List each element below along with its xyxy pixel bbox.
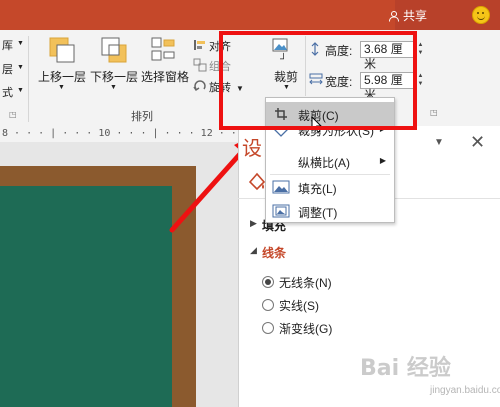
width-spinner[interactable]: ▲ ▼ (416, 72, 425, 89)
send-backward-icon (101, 37, 127, 63)
radio-gradient-line[interactable] (262, 322, 274, 334)
cut-label-1: 厍 (2, 40, 13, 52)
radio-no-line[interactable] (262, 276, 274, 288)
blackboard-image[interactable] (0, 186, 172, 407)
selection-pane-label: 选择窗格 (140, 70, 189, 84)
menu-item-fit[interactable]: 调整(T) (266, 200, 394, 224)
dialog-launcher-icon[interactable]: ◳ (430, 108, 438, 117)
user-icon (389, 10, 399, 22)
line-section-header[interactable]: ◢ 线条 (250, 244, 330, 260)
fit-picture-icon (272, 204, 290, 218)
cut-label-2: 层 (2, 64, 13, 76)
align-icon (194, 40, 205, 50)
no-line-option[interactable]: 无线条(N) (262, 274, 382, 290)
no-line-label: 无线条(N) (279, 276, 332, 290)
gradient-line-option[interactable]: 渐变线(G) (262, 320, 382, 336)
cut-label-3: 式 (2, 87, 13, 99)
watermark-subtext: jingyan.baidu.com (430, 385, 500, 396)
bring-forward-button[interactable]: 上移一层 ▼ (36, 36, 88, 98)
pane-options-chevron-icon[interactable]: ▼ (434, 137, 444, 148)
menu-aspect-ratio-label: 纵横比(A) (298, 156, 350, 170)
submenu-arrow-icon: ▶ (379, 156, 386, 165)
share-button[interactable]: 共享 (388, 7, 427, 24)
selection-pane-icon (151, 37, 175, 61)
gradient-line-label: 渐变线(G) (279, 322, 333, 336)
fill-picture-icon (272, 180, 290, 194)
collapse-chevron-icon: ◢ (250, 245, 257, 255)
solid-line-option[interactable]: 实线(S) (262, 297, 382, 313)
menu-fill-label: 填充(L) (298, 182, 337, 196)
chevron-down-icon: ▼ (110, 84, 117, 91)
share-label: 共享 (403, 9, 428, 23)
expand-chevron-icon: ▶ (250, 218, 257, 228)
chevron-down-icon: ▼ (58, 84, 65, 91)
highlight-box-annotation (219, 31, 417, 130)
watermark-text: Bai 经验 (360, 356, 451, 381)
group-icon (193, 58, 207, 72)
chevron-down-icon[interactable]: ▼ (17, 40, 24, 47)
solid-line-label: 实线(S) (279, 299, 319, 313)
menu-item-aspect-ratio[interactable]: 纵横比(A) ▶ (266, 150, 394, 174)
bring-forward-icon (49, 37, 75, 63)
pane-close-icon[interactable]: ✕ (470, 132, 485, 153)
radio-solid-line[interactable] (262, 299, 274, 311)
menu-item-fill[interactable]: 填充(L) (266, 176, 394, 200)
feedback-smiley-icon[interactable] (472, 6, 490, 24)
height-spinner[interactable]: ▲ ▼ (416, 41, 425, 58)
arrange-group-title: 排列 (131, 111, 153, 123)
menu-divider (270, 174, 390, 175)
rotate-icon (193, 80, 206, 92)
chevron-down-icon[interactable]: ▼ (17, 87, 24, 94)
group-divider (28, 36, 29, 122)
chevron-down-icon[interactable]: ▼ (17, 64, 24, 71)
menu-fit-label: 调整(T) (298, 206, 338, 220)
send-backward-button[interactable]: 下移一层 ▼ (88, 36, 140, 98)
dialog-launcher-icon[interactable]: ◳ (9, 110, 17, 119)
bring-forward-label: 上移一层 (37, 70, 86, 84)
selection-pane-button[interactable]: 选择窗格 (140, 36, 190, 86)
send-backward-label: 下移一层 (89, 70, 138, 84)
pane-title: 设 (242, 138, 262, 160)
line-section-label: 线条 (262, 246, 287, 260)
